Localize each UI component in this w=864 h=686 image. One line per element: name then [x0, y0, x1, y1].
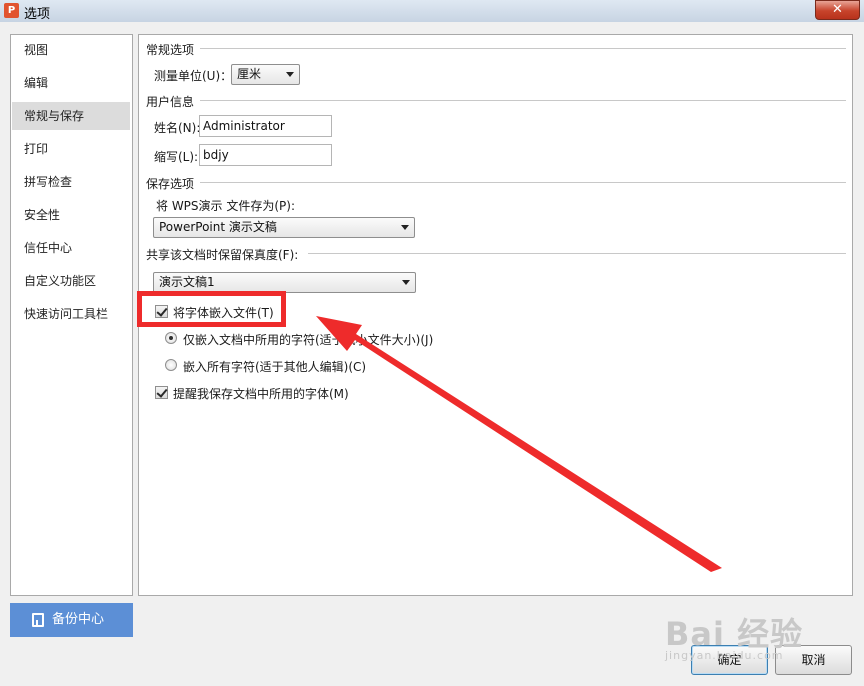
annotation-arrow	[316, 316, 722, 572]
annotation-arrow-shape	[316, 316, 722, 572]
baidu-watermark: Bai 经验 jingyan.baidu.com	[665, 597, 825, 667]
watermark-url: jingyan.baidu.com	[665, 649, 784, 662]
